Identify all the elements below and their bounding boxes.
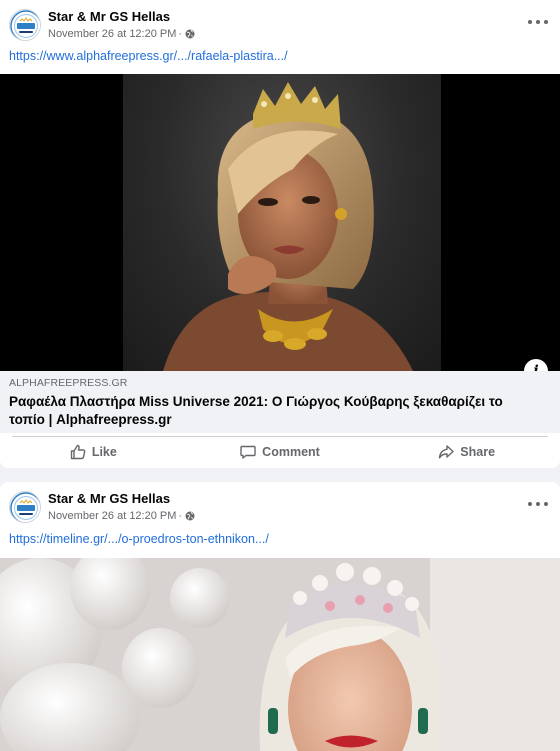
link-preview-image[interactable]: i bbox=[0, 74, 560, 371]
post-timestamp[interactable]: November 26 at 12:20 PM bbox=[48, 28, 176, 40]
portrait-photo bbox=[123, 74, 441, 371]
post-header: Star & Mr GS Hellas November 26 at 12:20… bbox=[0, 482, 560, 524]
share-arrow-icon bbox=[439, 445, 454, 459]
feed-post: Star & Mr GS Hellas November 26 at 12:20… bbox=[0, 482, 560, 751]
link-preview-title: Ραφαέλα Πλαστήρα Miss Universe 2021: Ο Γ… bbox=[9, 394, 503, 427]
page-avatar[interactable] bbox=[9, 491, 41, 523]
woman-with-pearl-crown-image bbox=[0, 558, 560, 751]
more-horizontal-icon bbox=[528, 502, 532, 506]
post-options-button[interactable] bbox=[528, 496, 548, 512]
share-button[interactable]: Share bbox=[373, 436, 560, 468]
globe-icon[interactable] bbox=[185, 29, 195, 39]
page-name-link[interactable]: Star & Mr GS Hellas bbox=[48, 491, 170, 506]
share-label: Share bbox=[460, 445, 496, 459]
post-image[interactable] bbox=[0, 558, 560, 751]
thumbs-up-icon bbox=[70, 444, 86, 460]
post-options-button[interactable] bbox=[528, 14, 548, 30]
link-preview-card[interactable]: ALPHAFREEPRESS.GR Ραφαέλα Πλαστήρα Miss … bbox=[0, 371, 560, 433]
comment-button[interactable]: Comment bbox=[187, 436, 374, 468]
post-meta: November 26 at 12:20 PM · bbox=[48, 510, 195, 522]
post-meta: November 26 at 12:20 PM · bbox=[48, 28, 195, 40]
post-timestamp[interactable]: November 26 at 12:20 PM bbox=[48, 510, 176, 522]
meta-separator: · bbox=[178, 28, 183, 40]
meta-separator: · bbox=[178, 510, 183, 522]
page-name-link[interactable]: Star & Mr GS Hellas bbox=[48, 9, 170, 24]
post-link-url[interactable]: https://www.alphafreepress.gr/.../rafael… bbox=[9, 49, 288, 63]
actions-divider bbox=[12, 436, 548, 437]
post-header: Star & Mr GS Hellas November 26 at 12:20… bbox=[0, 0, 560, 42]
page-avatar[interactable] bbox=[9, 9, 41, 41]
like-button[interactable]: Like bbox=[0, 436, 187, 468]
post-link-url[interactable]: https://timeline.gr/.../o-proedros-ton-e… bbox=[9, 532, 269, 546]
post-actions-bar: Like Comment Share bbox=[0, 436, 560, 468]
feed-post: Star & Mr GS Hellas November 26 at 12:20… bbox=[0, 0, 560, 468]
link-preview-domain: ALPHAFREEPRESS.GR bbox=[9, 377, 128, 389]
woman-with-crown-image bbox=[163, 82, 413, 371]
like-label: Like bbox=[91, 445, 117, 459]
globe-icon[interactable] bbox=[185, 511, 195, 521]
info-icon[interactable]: i bbox=[524, 359, 548, 371]
more-horizontal-icon bbox=[528, 20, 532, 24]
comment-bubble-icon bbox=[240, 445, 256, 459]
comment-label: Comment bbox=[262, 445, 320, 459]
page-logo-icon bbox=[10, 492, 40, 522]
page-logo-icon bbox=[10, 10, 40, 40]
